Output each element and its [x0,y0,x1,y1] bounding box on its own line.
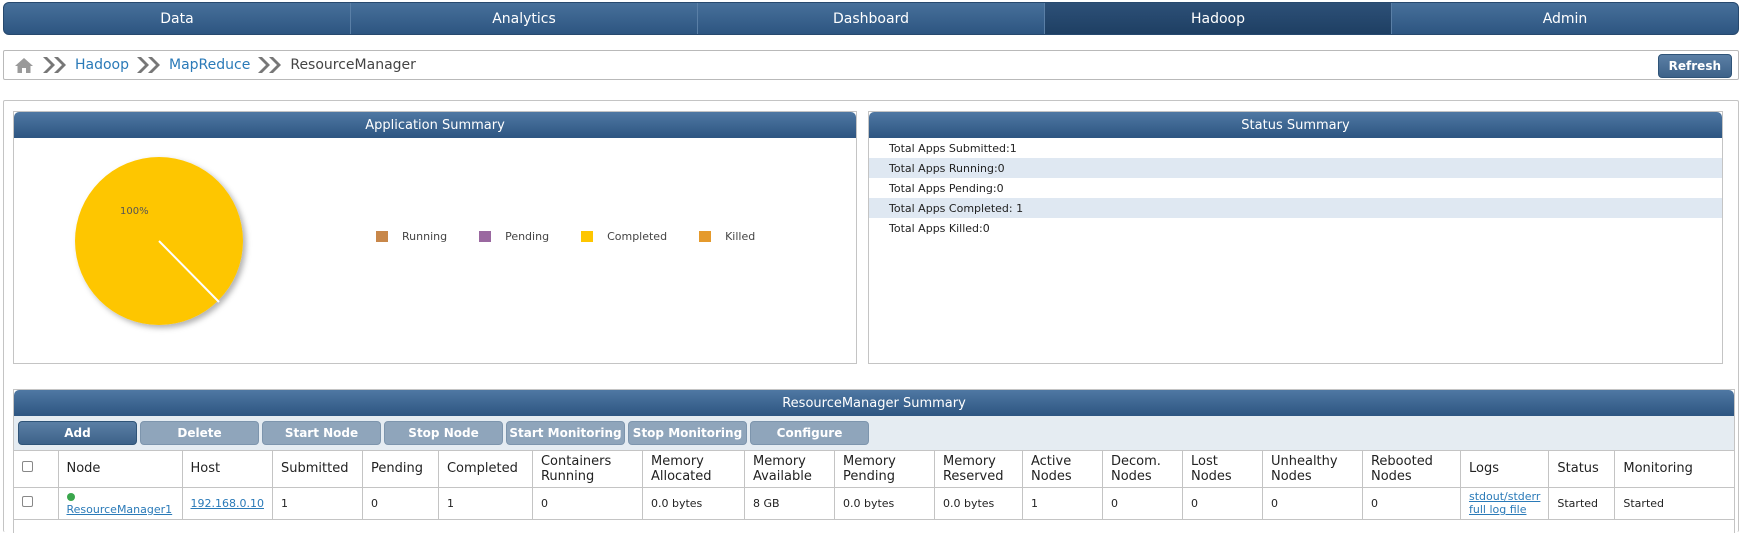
refresh-button[interactable]: Refresh [1657,54,1732,78]
configure-button[interactable]: Configure [750,421,869,445]
chevron-right-icon [133,55,165,75]
chevron-right-icon [39,55,71,75]
breadcrumb: Hadoop MapReduce ResourceManager Refresh [3,50,1739,80]
column-header: Host [182,451,273,488]
row-select-cell [14,487,59,520]
breadcrumb-mapreduce[interactable]: MapReduce [169,57,250,73]
main-content: Application Summary 100% Running Pending [3,100,1739,533]
stop-node-button[interactable]: Stop Node [384,421,503,445]
table-header-row: Node Host Submitted Pending Completed Co… [14,451,1734,488]
column-header: Completed [438,451,533,488]
table-row: ResourceManager1 192.168.0.10 1 0 1 0 0.… [14,487,1734,520]
toolbar: Add Delete Start Node Stop Node Start Mo… [14,416,1734,451]
chevron-right-icon [254,55,286,75]
completed-cell: 1 [438,487,533,520]
home-icon[interactable] [13,55,35,75]
logs-cell: stdout/stderr full log file [1460,487,1550,520]
memory-available-cell: 8 GB [744,487,835,520]
column-header: Monitoring [1614,451,1734,488]
lost-nodes-cell: 0 [1182,487,1263,520]
legend-swatch [376,231,388,242]
tab-hadoop[interactable]: Hadoop [1045,3,1392,34]
tab-admin[interactable]: Admin [1392,3,1738,34]
status-dot-icon [66,493,75,501]
column-header: Submitted [272,451,363,488]
status-row-killed: Total Apps Killed:0 [889,221,990,235]
column-header: Lost Nodes [1182,451,1263,488]
memory-pending-cell: 0.0 bytes [834,487,935,520]
legend-label: Completed [607,230,668,243]
monitoring-cell: Started [1614,487,1734,520]
column-header: Status [1548,451,1616,488]
pending-cell: 0 [362,487,439,520]
node-cell: ResourceManager1 [58,487,183,520]
resourcemanager-summary-panel: ResourceManager Summary Add Delete Start… [13,389,1735,533]
legend-item-killed: Killed [699,230,755,243]
column-header: Pending [362,451,439,488]
breadcrumb-current: ResourceManager [290,57,416,73]
pie-label: 100% [120,206,149,217]
legend-label: Running [402,230,448,243]
resourcemanager-table: Node Host Submitted Pending Completed Co… [14,451,1734,520]
stdout-stderr-link[interactable]: stdout/stderr [1469,490,1540,503]
delete-button[interactable]: Delete [140,421,259,445]
column-header: Memory Available [744,451,835,488]
legend-item-completed: Completed [581,230,667,243]
column-header: Memory Reserved [934,451,1023,488]
tab-analytics[interactable]: Analytics [351,3,698,34]
column-header: Node [58,451,183,488]
full-log-file-link[interactable]: full log file [1469,503,1526,516]
column-header: Logs [1460,451,1550,488]
tab-data[interactable]: Data [4,3,351,34]
column-header: Decom. Nodes [1102,451,1183,488]
row-checkbox[interactable] [22,496,33,507]
containers-running-cell: 0 [532,487,643,520]
status-summary-title: Status Summary [869,112,1722,138]
add-button[interactable]: Add [18,421,137,445]
status-row-running: Total Apps Running:0 [869,158,1722,178]
host-cell: 192.168.0.10 [182,487,273,520]
legend-swatch [699,231,712,242]
status-summary-panel: Status Summary Total Apps Submitted:1 To… [868,111,1723,364]
node-link[interactable]: ResourceManager1 [67,503,173,516]
submitted-cell: 1 [272,487,363,520]
memory-reserved-cell: 0.0 bytes [934,487,1023,520]
column-header: Memory Pending [834,451,935,488]
column-header: Memory Allocated [642,451,745,488]
application-summary-title: Application Summary [14,112,856,138]
status-row-submitted: Total Apps Submitted:1 [889,141,1017,155]
legend-label: Killed [725,230,756,243]
chart-legend: Running Pending Completed Killed [376,230,787,243]
status-row-completed: Total Apps Completed: 1 [869,198,1722,218]
active-nodes-cell: 1 [1022,487,1103,520]
status-row-pending: Total Apps Pending:0 [889,181,1004,195]
application-summary-panel: Application Summary 100% Running Pending [13,111,857,364]
resourcemanager-summary-title: ResourceManager Summary [14,390,1734,416]
column-header: Active Nodes [1022,451,1103,488]
select-all-cell [14,451,59,488]
status-cell: Started [1548,487,1616,520]
start-node-button[interactable]: Start Node [262,421,381,445]
rebooted-nodes-cell: 0 [1362,487,1461,520]
legend-swatch [479,231,492,242]
decom-nodes-cell: 0 [1102,487,1183,520]
legend-item-running: Running [376,230,447,243]
legend-item-pending: Pending [479,230,549,243]
unhealthy-nodes-cell: 0 [1262,487,1363,520]
column-header: Containers Running [532,451,643,488]
legend-label: Pending [505,230,550,243]
breadcrumb-hadoop[interactable]: Hadoop [75,57,129,73]
column-header: Unhealthy Nodes [1262,451,1363,488]
tab-dashboard[interactable]: Dashboard [698,3,1045,34]
start-monitoring-button[interactable]: Start Monitoring [506,421,625,445]
pie-chart [75,157,243,325]
column-header: Rebooted Nodes [1362,451,1461,488]
legend-swatch [581,231,594,242]
stop-monitoring-button[interactable]: Stop Monitoring [628,421,747,445]
host-link[interactable]: 192.168.0.10 [191,497,264,510]
select-all-checkbox[interactable] [22,461,33,473]
memory-allocated-cell: 0.0 bytes [642,487,745,520]
top-nav: Data Analytics Dashboard Hadoop Admin [3,2,1739,35]
